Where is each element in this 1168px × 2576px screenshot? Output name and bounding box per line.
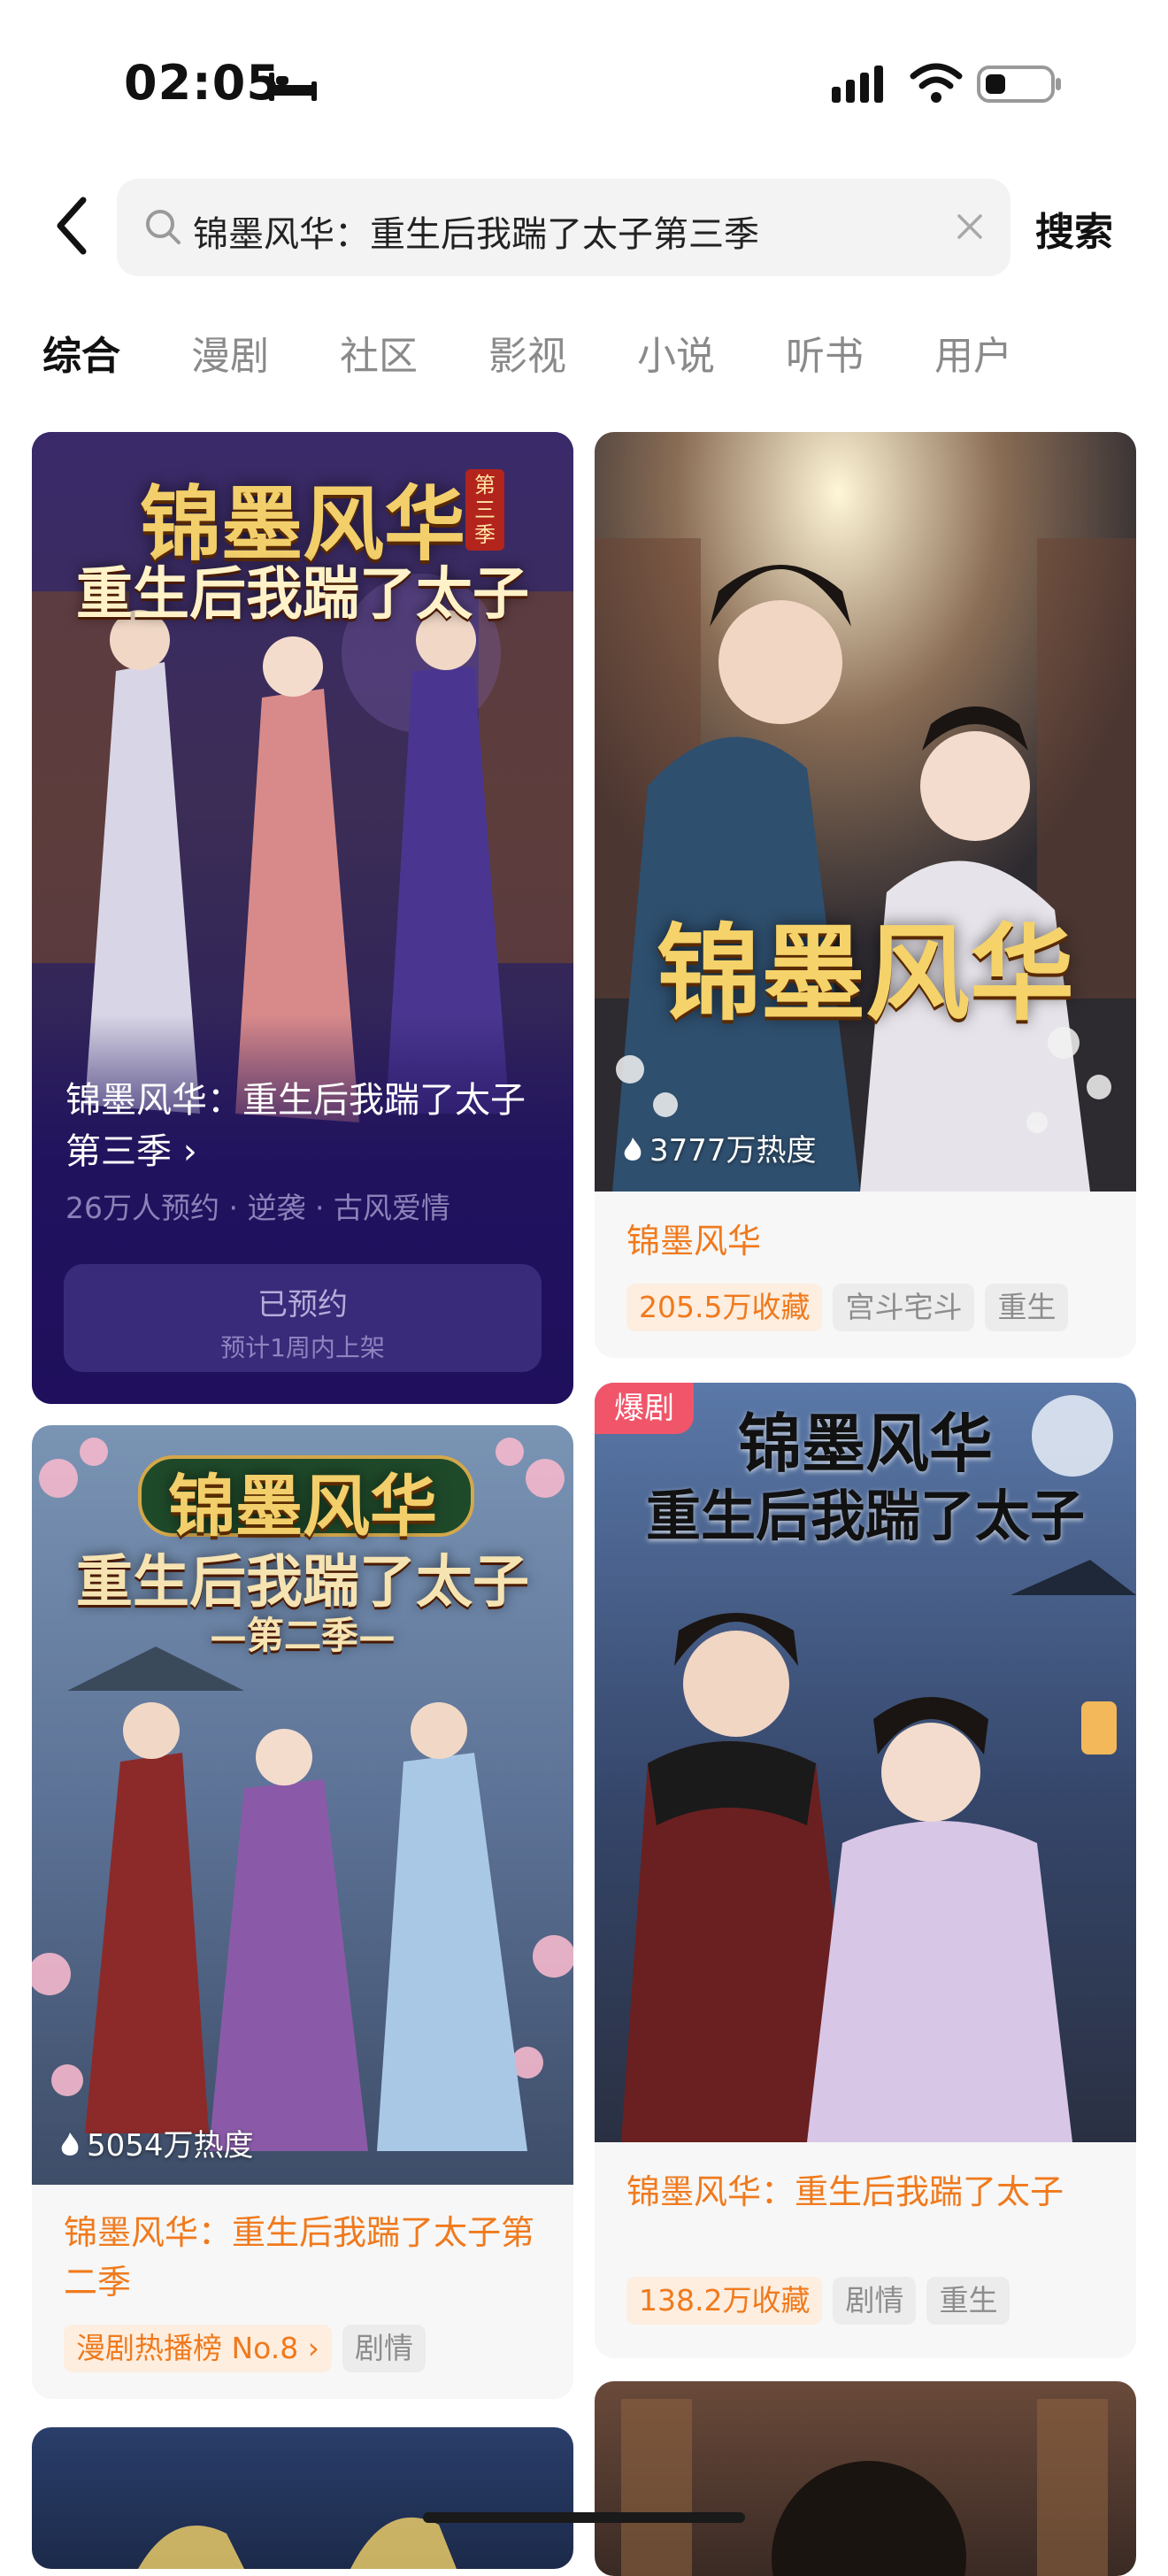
wifi-icon (910, 63, 963, 103)
tag-list: 138.2万收藏 剧情 重生 (626, 2277, 1020, 2325)
card-title[interactable]: 锦墨风华：重生后我踹了太子第三季 › (65, 1075, 550, 1177)
result-card-season3[interactable]: 锦墨风华 重生后我踹了太子 第三季 锦墨风华：重生后我踹了太子第三季 › 26万… (32, 432, 573, 1404)
favorites-tag: 138.2万收藏 (626, 2277, 823, 2325)
search-button[interactable]: 搜索 (1035, 200, 1113, 257)
heat-count: 3777万热度 (621, 1126, 817, 1169)
poster-season: —第二季— (209, 1614, 396, 1657)
card-title[interactable]: 锦墨风华：重生后我踹了太子 (626, 2167, 1115, 2217)
poster-season-tag: 第三季 (465, 469, 504, 551)
tab-comprehensive[interactable]: 综合 (42, 324, 120, 381)
card-info: 锦墨风华：重生后我踹了太子 138.2万收藏 剧情 重生 (595, 2142, 1136, 2358)
clear-icon[interactable] (956, 212, 984, 241)
category-tabs: 综合 漫剧 社区 影视 小说 听书 用户 (42, 324, 1131, 386)
flame-icon (624, 1138, 642, 1161)
ranking-tag[interactable]: 漫剧热播榜 No.8 › (64, 2325, 332, 2372)
signal-icon (832, 66, 883, 103)
poster-image: 锦墨风华 3777万热度 (595, 432, 1136, 1192)
card-info: 锦墨风华 205.5万收藏 宫斗宅斗 重生 (595, 1192, 1136, 1358)
poster-image (621, 2399, 1108, 2576)
tab-community[interactable]: 社区 (340, 324, 418, 381)
genre-tag: 剧情 (833, 2277, 917, 2325)
card-info: 锦墨风华：重生后我踹了太子第二季 漫剧热播榜 No.8 › 剧情 (32, 2185, 573, 2399)
card-title[interactable]: 锦墨风华 (626, 1216, 1115, 1266)
bed-icon (269, 73, 317, 101)
genre-tag: 宫斗宅斗 (833, 1284, 975, 1331)
back-icon[interactable] (51, 195, 96, 257)
genre-tag: 剧情 (342, 2325, 426, 2372)
search-icon (146, 210, 181, 244)
favorites-tag: 205.5万收藏 (626, 1284, 823, 1331)
tab-novel[interactable]: 小说 (637, 324, 715, 381)
result-card-season1[interactable]: 锦墨风华 重生后我踹了太子 爆剧 锦墨风华：重生后我踹了太子 138.2万收藏剧… (595, 1383, 1136, 2358)
home-indicator[interactable] (423, 2512, 745, 2523)
tab-video[interactable]: 影视 (488, 324, 566, 381)
poster-title: 锦墨风华 (656, 912, 1074, 1035)
heat-count: 5054万热度 (58, 2121, 254, 2164)
status-bar: 02:05 (0, 0, 1168, 168)
hot-badge: 爆剧 (595, 1383, 694, 1434)
result-card-partial[interactable] (595, 2381, 1136, 2576)
poster-title: 锦墨风华 (168, 1467, 437, 1546)
tab-users[interactable]: 用户 (934, 324, 1012, 381)
card-title[interactable]: 锦墨风华：重生后我踹了太子第二季 (64, 2208, 552, 2307)
battery-icon (977, 66, 1061, 103)
reserved-button[interactable]: 已预约 预计1周内上架 (64, 1264, 542, 1372)
result-card-season2[interactable]: 锦墨风华 重生后我踹了太子 —第二季— 5054万热度 锦墨风华：重生后我踹了太… (32, 1425, 573, 2399)
poster-subtitle: 重生后我踹了太子 (645, 1484, 1085, 1548)
tab-audiobook[interactable]: 听书 (786, 324, 864, 381)
poster-image (138, 2517, 457, 2569)
status-time: 02:05 (124, 55, 280, 111)
result-card-partial[interactable] (32, 2427, 573, 2569)
genre-tag: 重生 (926, 2277, 1010, 2325)
reserved-button-label: 已预约 (257, 1287, 348, 1323)
tab-comic-drama[interactable]: 漫剧 (191, 324, 269, 381)
reserved-button-sub: 预计1周内上架 (220, 1333, 385, 1362)
tag-list: 漫剧热播榜 No.8 › 剧情 (64, 2325, 436, 2372)
search-input[interactable]: 锦墨风华：重生后我踹了太子第三季 (117, 179, 1010, 276)
poster-subtitle: 重生后我踹了太子 (76, 561, 529, 628)
poster-image: 锦墨风华 重生后我踹了太子 —第二季— 5054万热度 (32, 1425, 573, 2185)
tag-list: 205.5万收藏 宫斗宅斗 重生 (626, 1284, 1079, 1331)
genre-tag: 重生 (985, 1284, 1069, 1331)
search-query[interactable]: 锦墨风华：重生后我踹了太子第三季 (193, 205, 759, 257)
result-card-main[interactable]: 锦墨风华 3777万热度 锦墨风华 205.5万收藏 宫斗宅斗 重生 (595, 432, 1136, 1358)
poster-image: 锦墨风华 重生后我踹了太子 爆剧 (595, 1383, 1136, 2142)
chevron-right-icon: › (182, 1131, 197, 1172)
flame-icon (61, 2133, 79, 2156)
card-meta: 26万人预约 · 逆袭 · 古风爱情 (65, 1191, 450, 1225)
